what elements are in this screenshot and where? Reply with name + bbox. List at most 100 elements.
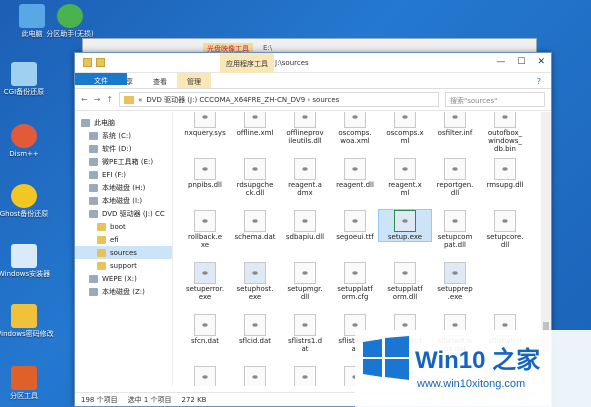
desktop-icon-ghost[interactable]: Ghost备份还原 <box>0 184 54 218</box>
nav-item-label: sources <box>110 248 137 257</box>
up-button[interactable]: ↑ <box>106 95 113 104</box>
file-item[interactable]: sflistwt.w oa.dat <box>279 366 331 386</box>
file-name: pnpibs.dll <box>188 181 222 189</box>
nav-item[interactable]: 此电脑 <box>75 116 172 129</box>
file-name: setupcore. dll <box>486 233 524 249</box>
file-item[interactable]: sflcid.dat <box>229 314 281 345</box>
tab-file[interactable]: 文件 <box>75 73 127 85</box>
file-item[interactable]: setupcore. dll <box>479 210 531 249</box>
nav-item-label: DVD 驱动器 (J:) CC <box>102 209 165 218</box>
desktop-icon-cgi[interactable]: CGI备份还原 <box>0 62 54 96</box>
nav-item[interactable]: 系统 (C:) <box>75 129 172 142</box>
tab-manage[interactable]: 管理 <box>177 73 211 88</box>
nav-item[interactable]: WEPE (X:) <box>75 272 172 285</box>
title-bar[interactable]: 应用程序工具 J:\sources — ☐ ✕ <box>75 53 551 73</box>
file-item[interactable]: sflistwb.w oa.dat <box>179 366 231 386</box>
drive-icon <box>89 183 98 192</box>
file-item[interactable]: nxquery.sys <box>179 112 231 137</box>
file-item[interactable]: oscomps.x ml <box>379 112 431 145</box>
forward-button[interactable]: → <box>94 95 101 104</box>
nav-item[interactable]: 本地磁盘 (I:) <box>75 194 172 207</box>
file-name: sdbapiu.dll <box>285 233 325 241</box>
file-name: outofbox_ windows_ db.bin <box>487 129 523 153</box>
maximize-button[interactable]: ☐ <box>517 57 525 67</box>
file-item[interactable]: setuperror. exe <box>179 262 231 301</box>
file-item[interactable]: reagent.x ml <box>379 158 431 197</box>
desktop-icon-partition-assistant[interactable]: 分区助手(无损) <box>40 4 100 38</box>
desktop-icon-windows-installer[interactable]: Windows安装器 <box>0 244 54 278</box>
file-icon <box>344 262 366 284</box>
file-item[interactable]: sflistwt.dat <box>229 366 281 386</box>
file-item[interactable]: sfcn.dat <box>179 314 231 345</box>
nav-item[interactable]: 软件 (D:) <box>75 142 172 155</box>
file-name: reportgen. dll <box>436 181 474 197</box>
file-icon <box>344 112 366 128</box>
desktop-icon-label: Ghost备份还原 <box>0 210 49 218</box>
help-button[interactable]: ? <box>527 73 551 88</box>
nav-item[interactable]: 微PE工具箱 (E:) <box>75 155 172 168</box>
folder-icon[interactable] <box>83 58 92 67</box>
file-item[interactable]: pnpibs.dll <box>179 158 231 189</box>
file-icon <box>494 158 516 180</box>
file-item[interactable]: rdsupgche ck.dll <box>229 158 281 197</box>
breadcrumb[interactable]: DVD 驱动器 (J:) CCCOMA_X64FRE_ZH-CN_DV9 › s… <box>146 95 339 105</box>
file-item[interactable]: schema.dat <box>229 210 281 241</box>
file-item[interactable]: rollback.e xe <box>179 210 231 249</box>
file-item[interactable]: offline.xml <box>229 112 281 137</box>
file-item[interactable]: setupcom pat.dll <box>429 210 481 249</box>
nav-item[interactable]: 本地磁盘 (Z:) <box>75 285 172 298</box>
file-item[interactable]: sflistrs1.d at <box>279 314 331 353</box>
address-bar[interactable]: « DVD 驱动器 (J:) CCCOMA_X64FRE_ZH-CN_DV9 ›… <box>119 92 439 107</box>
file-item[interactable]: offlineprov ileutils.dll <box>279 112 331 145</box>
file-name: rollback.e xe <box>187 233 223 249</box>
file-item[interactable]: outofbox_ windows_ db.bin <box>479 112 531 153</box>
file-item[interactable]: reagent.a dmx <box>279 158 331 197</box>
file-name: setupcom pat.dll <box>437 233 473 249</box>
key-icon <box>11 304 37 328</box>
file-item[interactable]: reagent.dll <box>329 158 381 189</box>
logo-brand: Win10 之家 <box>415 347 541 374</box>
folder-icon[interactable] <box>96 58 105 67</box>
file-icon <box>194 366 216 386</box>
file-item[interactable]: rmsupg.dll <box>479 158 531 189</box>
search-input[interactable]: 搜索"sources" <box>445 92 545 107</box>
minimize-button[interactable]: — <box>496 57 505 67</box>
file-name: schema.dat <box>234 233 276 241</box>
tab-view[interactable]: 查看 <box>143 73 177 88</box>
file-item[interactable]: osfilter.inf <box>429 112 481 137</box>
file-name: rdsupgche ck.dll <box>236 181 274 197</box>
nav-item[interactable]: boot <box>75 220 172 233</box>
nav-item[interactable]: sources <box>75 246 172 259</box>
folder-icon <box>124 95 135 104</box>
close-button[interactable]: ✕ <box>537 57 545 67</box>
nav-item[interactable]: support <box>75 259 172 272</box>
file-item[interactable]: setupprep .exe <box>429 262 481 301</box>
nav-item[interactable]: EFI (F:) <box>75 168 172 181</box>
file-item[interactable]: setup.exe <box>378 209 432 242</box>
file-icon <box>394 112 416 128</box>
file-icon <box>294 210 316 232</box>
file-item[interactable]: sdbapiu.dll <box>279 210 331 241</box>
partition-icon <box>57 4 83 28</box>
back-button[interactable]: ← <box>81 95 88 104</box>
desktop-icon-dism[interactable]: Dism++ <box>0 124 54 158</box>
file-item[interactable]: oscomps. woa.xml <box>329 112 381 145</box>
file-item[interactable]: reportgen. dll <box>429 158 481 197</box>
file-item[interactable]: setupplatf orm.dll <box>379 262 431 301</box>
nav-item[interactable]: DVD 驱动器 (J:) CC <box>75 207 172 220</box>
nav-item[interactable]: 本地磁盘 (H:) <box>75 181 172 194</box>
application-tools-tab[interactable]: 应用程序工具 <box>220 53 274 73</box>
file-icon <box>194 158 216 180</box>
file-name: offline.xml <box>236 129 274 137</box>
file-item[interactable]: segoeui.ttf <box>329 210 381 241</box>
file-icon <box>344 210 366 232</box>
desktop-icon-password[interactable]: Windows密码修改 <box>0 304 54 338</box>
file-item[interactable]: setupmgr. dll <box>279 262 331 301</box>
breadcrumb-overflow[interactable]: « <box>138 96 142 104</box>
file-item[interactable]: setuphost. exe <box>229 262 281 301</box>
dism-icon <box>11 124 37 148</box>
nav-item-label: support <box>110 261 137 270</box>
desktop-icon-partition-tool[interactable]: 分区工具 <box>0 366 54 400</box>
nav-item[interactable]: efi <box>75 233 172 246</box>
file-item[interactable]: setupplatf orm.cfg <box>329 262 381 301</box>
